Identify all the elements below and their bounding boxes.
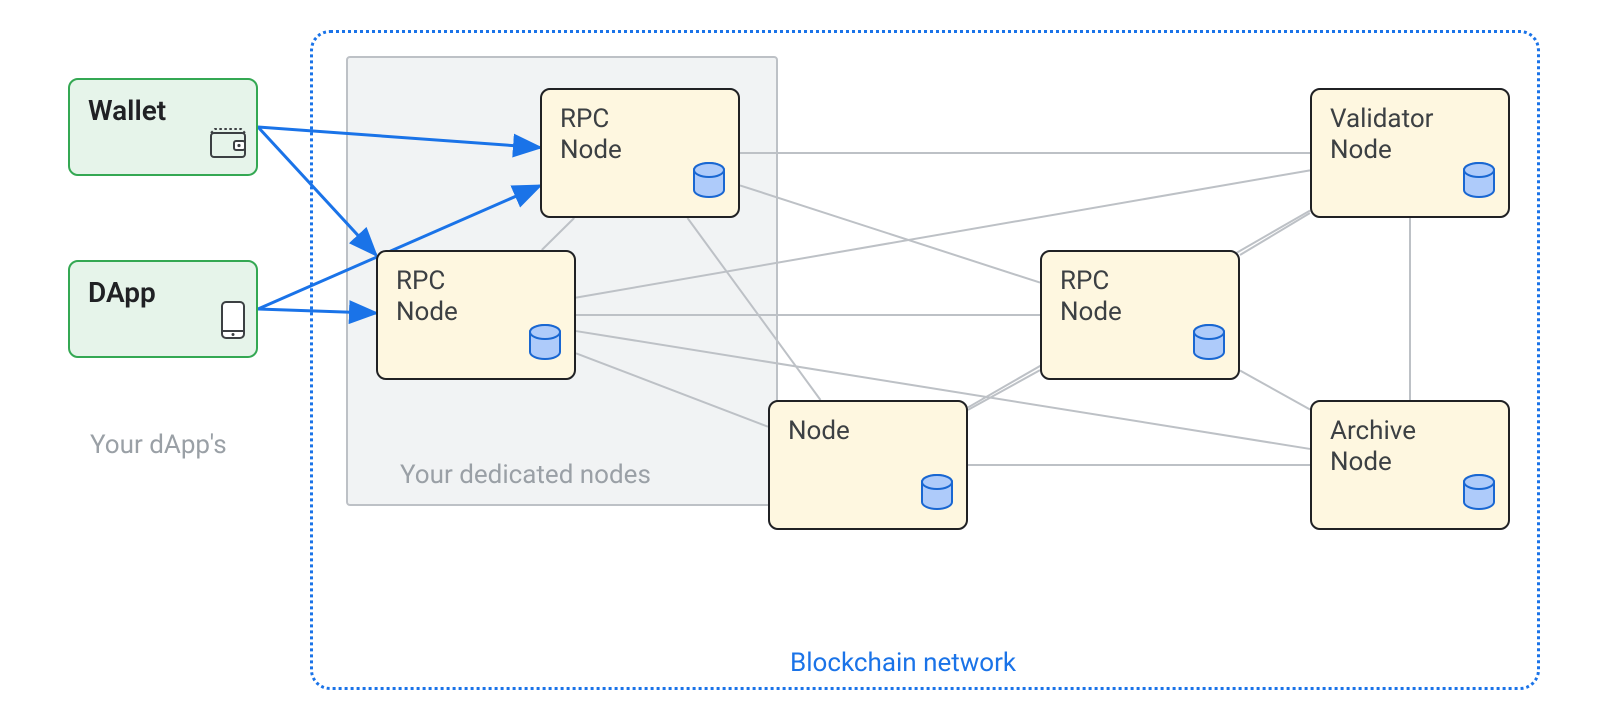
validator-line1: Validator: [1330, 104, 1490, 135]
wallet-label: Wallet: [88, 94, 238, 128]
database-icon: [1192, 324, 1226, 368]
wallet-icon: [210, 128, 246, 166]
database-icon: [920, 474, 954, 518]
generic-node: Node: [768, 400, 968, 530]
phone-icon: [220, 300, 246, 348]
wallet-client-box: Wallet: [68, 78, 258, 176]
rpc-node-dedicated-top: RPC Node: [540, 88, 740, 218]
database-icon: [1462, 474, 1496, 518]
diagram-canvas: Wallet DApp RPC Node: [0, 0, 1600, 724]
archive-line1: Archive: [1330, 416, 1490, 447]
dapp-client-box: DApp: [68, 260, 258, 358]
database-icon: [528, 324, 562, 368]
validator-node: Validator Node: [1310, 88, 1510, 218]
rpc-node-dedicated-bottom: RPC Node: [376, 250, 576, 380]
caption-dedicated-nodes: Your dedicated nodes: [400, 460, 651, 490]
archive-node: Archive Node: [1310, 400, 1510, 530]
database-icon: [692, 162, 726, 206]
rpc2-line1: RPC: [396, 266, 556, 297]
rpc-node-network: RPC Node: [1040, 250, 1240, 380]
caption-your-dapps: Your dApp's: [90, 430, 227, 460]
database-icon: [1462, 162, 1496, 206]
rpc3-line1: RPC: [1060, 266, 1220, 297]
rpc1-line1: RPC: [560, 104, 720, 135]
caption-blockchain-network: Blockchain network: [790, 648, 1016, 678]
dapp-label: DApp: [88, 276, 238, 310]
node-line1: Node: [788, 416, 948, 447]
